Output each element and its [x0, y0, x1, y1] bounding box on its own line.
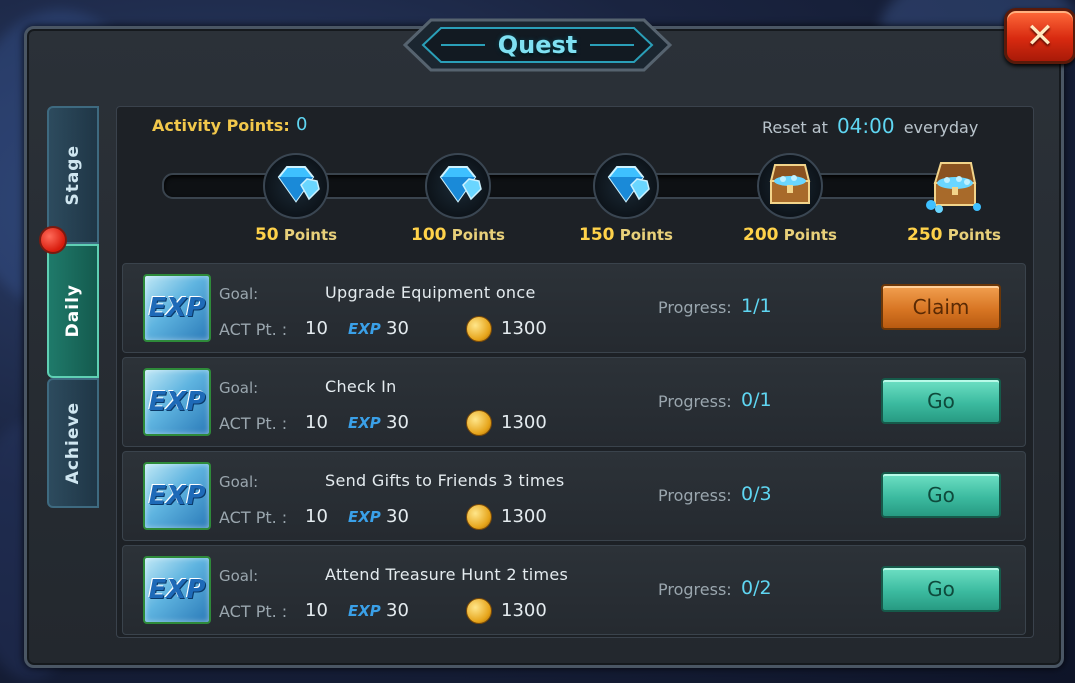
milestone-unit: Points — [283, 226, 338, 244]
milestone-250[interactable]: 250 Points — [899, 153, 1009, 245]
exp-value: 30 — [386, 318, 409, 339]
milestone-icon-frame — [425, 153, 491, 219]
milestone-icon-frame — [263, 153, 329, 219]
act-points-label: ACT Pt. : — [219, 508, 288, 527]
exp-reward-icon: EXP — [143, 556, 211, 624]
exp-icon: EXP — [348, 602, 381, 620]
milestone-label: 200 Points — [735, 225, 845, 245]
milestone-label: 100 Points — [403, 225, 513, 245]
goal-text: Upgrade Equipment once — [325, 283, 536, 302]
reset-time: 04:00 — [836, 114, 895, 138]
goal-label: Goal: — [219, 567, 259, 585]
tab-daily[interactable]: Daily — [47, 244, 99, 378]
progress-value: 1/1 — [741, 295, 772, 317]
goal-text: Check In — [325, 377, 397, 396]
act-points-label: ACT Pt. : — [219, 320, 288, 339]
exp-icon: EXP — [348, 414, 381, 432]
tab-achieve-label: Achieve — [63, 401, 83, 485]
title-plate: Quest — [395, 14, 680, 76]
go-button[interactable]: Go — [881, 566, 1001, 612]
quest-row: EXP Goal: Attend Treasure Hunt 2 times A… — [122, 545, 1026, 635]
exp-reward-icon: EXP — [143, 462, 211, 530]
activity-points-label: Activity Points: — [152, 116, 290, 135]
quest-row: EXP Goal: Upgrade Equipment once ACT Pt.… — [122, 263, 1026, 353]
diamond-icon — [607, 166, 650, 203]
tab-stage-label: Stage — [63, 144, 83, 206]
milestone-unit: Points — [783, 226, 837, 244]
reset-prefix: Reset at — [762, 118, 828, 137]
claim-button[interactable]: Claim — [881, 284, 1001, 330]
quest-row: EXP Goal: Send Gifts to Friends 3 times … — [122, 451, 1026, 541]
milestone-50[interactable]: 50 Points — [241, 153, 351, 245]
act-points-value: 10 — [305, 600, 328, 621]
milestone-points: 150 — [579, 225, 615, 245]
milestone-points: 50 — [254, 225, 279, 245]
activity-points-value: 0 — [296, 114, 308, 135]
exp-reward-icon: EXP — [143, 274, 211, 342]
gold-coin-icon — [466, 504, 492, 530]
act-points-label: ACT Pt. : — [219, 414, 288, 433]
diamond-icon — [277, 166, 320, 203]
goal-label: Goal: — [219, 379, 259, 397]
milestone-unit: Points — [451, 226, 505, 244]
goal-label: Goal: — [219, 285, 259, 303]
progress-label: Progress: — [658, 580, 732, 599]
milestone-label: 250 Points — [899, 225, 1009, 245]
milestone-points: 250 — [907, 225, 943, 245]
progress-label: Progress: — [658, 392, 732, 411]
close-icon: ✕ — [1025, 16, 1055, 56]
act-points-value: 10 — [305, 506, 328, 527]
exp-reward-icon: EXP — [143, 368, 211, 436]
exp-icon: EXP — [348, 508, 381, 526]
milestone-points: 200 — [743, 225, 779, 245]
close-button[interactable]: ✕ — [1004, 8, 1075, 64]
notification-badge — [39, 226, 67, 254]
treasure-chest-icon — [926, 162, 981, 213]
exp-value: 30 — [386, 412, 409, 433]
goal-text: Send Gifts to Friends 3 times — [325, 471, 565, 490]
quest-row: EXP Goal: Check In ACT Pt. : 10 EXP 30 1… — [122, 357, 1026, 447]
go-button[interactable]: Go — [881, 472, 1001, 518]
gold-coin-icon — [466, 598, 492, 624]
gold-coin-icon — [466, 410, 492, 436]
gold-value: 1300 — [501, 412, 547, 433]
gold-coin-icon — [466, 316, 492, 342]
tab-stage[interactable]: Stage — [47, 106, 99, 244]
act-points-value: 10 — [305, 412, 328, 433]
progress-value: 0/3 — [741, 483, 772, 505]
goal-label: Goal: — [219, 473, 259, 491]
tab-achieve[interactable]: Achieve — [47, 378, 99, 508]
milestone-icon-frame — [757, 153, 823, 219]
diamond-icon — [439, 166, 482, 203]
quest-title: Quest — [497, 31, 578, 59]
act-points-value: 10 — [305, 318, 328, 339]
act-points-label: ACT Pt. : — [219, 602, 288, 621]
milestone-icon-frame — [921, 153, 987, 219]
milestone-150[interactable]: 150 Points — [571, 153, 681, 245]
milestone-unit: Points — [947, 226, 1001, 244]
progress-value: 0/2 — [741, 577, 772, 599]
goal-text: Attend Treasure Hunt 2 times — [325, 565, 569, 584]
milestone-label: 50 Points — [241, 225, 351, 245]
exp-value: 30 — [386, 600, 409, 621]
milestone-200[interactable]: 200 Points — [735, 153, 845, 245]
progress-label: Progress: — [658, 298, 732, 317]
go-button[interactable]: Go — [881, 378, 1001, 424]
exp-value: 30 — [386, 506, 409, 527]
reset-suffix: everyday — [903, 118, 979, 137]
gold-value: 1300 — [501, 600, 547, 621]
treasure-chest-icon — [769, 164, 811, 204]
milestone-unit: Points — [619, 226, 673, 244]
gold-value: 1300 — [501, 318, 547, 339]
tab-daily-label: Daily — [63, 284, 83, 338]
milestone-label: 150 Points — [571, 225, 681, 245]
reset-info: Reset at 04:00 everyday — [762, 114, 978, 138]
progress-value: 0/1 — [741, 389, 772, 411]
gold-value: 1300 — [501, 506, 547, 527]
milestone-points: 100 — [411, 225, 447, 245]
milestone-icon-frame — [593, 153, 659, 219]
exp-icon: EXP — [348, 320, 381, 338]
milestone-100[interactable]: 100 Points — [403, 153, 513, 245]
progress-label: Progress: — [658, 486, 732, 505]
